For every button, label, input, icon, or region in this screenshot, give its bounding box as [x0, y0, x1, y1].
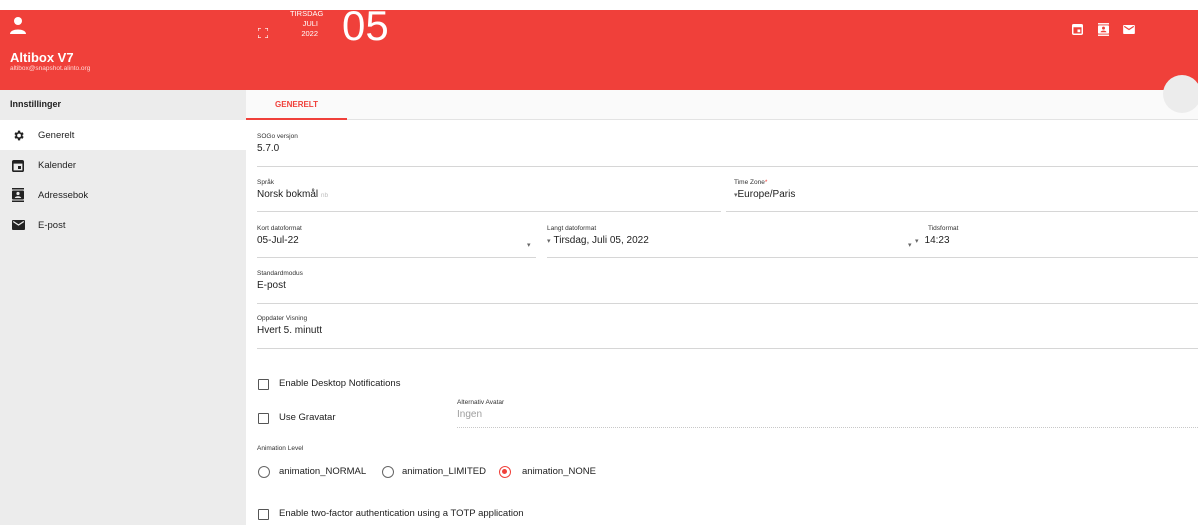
mail-icon	[11, 218, 25, 232]
required-mark: *	[764, 179, 768, 186]
field-label: Time Zone*	[734, 179, 795, 186]
version-field: SOGo versjon 5.7.0	[257, 133, 298, 154]
calendar-icon[interactable]	[1064, 22, 1090, 36]
sidebar-nav: Generelt Kalender Adressebok E-post	[0, 120, 246, 240]
tab-generelt[interactable]: GENERELT	[246, 90, 347, 120]
timezone-label: Time Zone	[734, 179, 765, 186]
field-label: Kort datoformat	[257, 225, 302, 232]
mail-icon[interactable]	[1116, 22, 1142, 36]
language-value: Norsk bokmål	[257, 189, 319, 200]
radio-animation-normal[interactable]	[258, 466, 270, 478]
animation-level-label: Animation Level	[257, 445, 304, 452]
dropdown-arrow-icon[interactable]: ▾	[527, 241, 531, 249]
sidebar-item-label: Kalender	[38, 159, 77, 171]
month: JULI	[302, 19, 318, 28]
sidebar-item-kalender[interactable]: Kalender	[0, 150, 246, 180]
account-name: Altibox V7	[10, 50, 74, 65]
field-label: Tidsformat	[928, 225, 959, 232]
long-date-format-select[interactable]: Langt datoformat ▾ Tirsdag, Juli 05, 2022	[547, 225, 649, 246]
dropdown-arrow-icon[interactable]: ▾	[908, 241, 912, 249]
weekday: TIRSDAG	[290, 9, 324, 18]
field-label: Langt datoformat	[547, 225, 597, 232]
app-switcher	[1064, 22, 1142, 36]
contacts-icon	[11, 188, 25, 202]
field-value: Norsk bokmål nb	[257, 189, 328, 200]
sidebar-item-label: E-post	[38, 219, 66, 231]
short-date-format-select[interactable]: Kort datoformat 05-Jul-22	[257, 225, 302, 246]
divider	[915, 257, 1198, 258]
gravatar-checkbox[interactable]	[258, 413, 269, 424]
timezone-field[interactable]: Time Zone* ▾Europe/Paris	[734, 179, 795, 200]
radio-label: animation_LIMITED	[402, 466, 486, 477]
divider	[257, 348, 1198, 349]
radio-animation-none[interactable]	[499, 466, 511, 478]
language-field[interactable]: Språk Norsk bokmål nb	[257, 179, 328, 200]
field-value: Ingen	[457, 409, 483, 420]
divider	[726, 211, 1198, 212]
year: 2022	[301, 29, 318, 38]
divider	[547, 257, 917, 258]
checkbox-label: Use Gravatar	[279, 412, 336, 423]
field-label: Oppdater Visning	[257, 315, 308, 322]
tab-bar: GENERELT	[246, 90, 1198, 120]
default-module-select[interactable]: Standardmodus E-post	[257, 270, 303, 291]
contacts-icon[interactable]	[1090, 22, 1116, 36]
fullscreen-icon[interactable]	[257, 25, 269, 39]
two-factor-checkbox[interactable]	[258, 509, 269, 520]
checkbox-label: Enable two-factor authentication using a…	[279, 508, 524, 519]
language-code-hint: nb	[320, 192, 329, 199]
dropdown-arrow-icon: ▾	[547, 238, 551, 245]
save-button[interactable]	[1163, 75, 1198, 113]
sidebar-item-label: Generelt	[38, 129, 75, 141]
field-value: Hvert 5. minutt	[257, 325, 323, 336]
field-value: ▾ 14:23	[915, 235, 958, 246]
account-email: altibox@snapshot.alinto.org	[10, 65, 91, 72]
field-value: ▾Europe/Paris	[734, 189, 795, 200]
user-icon[interactable]	[10, 16, 26, 36]
app-window: Altibox V7 altibox@snapshot.alinto.org I…	[0, 4, 1198, 525]
sidebar-item-e-post[interactable]: E-post	[0, 210, 246, 240]
top-bar: TIRSDAG JULI 2022 05	[246, 4, 1198, 90]
field-value: 5.7.0	[257, 143, 280, 154]
timezone-value: Europe/Paris	[737, 189, 796, 200]
divider	[257, 166, 1198, 167]
gear-icon	[11, 128, 25, 142]
checkbox-label: Enable Desktop Notifications	[279, 378, 401, 389]
refresh-view-select[interactable]: Oppdater Visning Hvert 5. minutt	[257, 315, 322, 336]
long-date-value: Tirsdag, Juli 05, 2022	[553, 235, 649, 246]
field-value: ▾ Tirsdag, Juli 05, 2022	[547, 235, 649, 246]
page: Altibox V7 altibox@snapshot.alinto.org I…	[0, 0, 1198, 525]
alternative-avatar-select[interactable]: Alternativ Avatar Ingen	[457, 399, 504, 420]
radio-animation-limited[interactable]	[382, 466, 394, 478]
day-number: 05	[342, 2, 389, 49]
time-format-value: 14:23	[924, 235, 950, 246]
divider	[457, 427, 1198, 428]
field-label: Alternativ Avatar	[457, 399, 505, 406]
field-label: Språk	[257, 179, 274, 186]
divider	[257, 211, 721, 212]
sidebar: Altibox V7 altibox@snapshot.alinto.org I…	[0, 10, 246, 525]
account-header: Altibox V7 altibox@snapshot.alinto.org	[0, 10, 246, 90]
divider	[257, 257, 536, 258]
date-details: TIRSDAG JULI 2022	[290, 9, 324, 39]
settings-panel: GENERELT SOGo versjon 5.7.0 Språk Norsk …	[246, 90, 1198, 525]
sidebar-item-adressebok[interactable]: Adressebok	[0, 180, 246, 210]
sidebar-item-label: Adressebok	[38, 189, 89, 201]
field-value: E-post	[257, 280, 286, 291]
field-label: SOGo versjon	[257, 133, 298, 140]
divider	[257, 303, 1198, 304]
radio-label: animation_NONE	[522, 466, 596, 477]
sidebar-item-generelt[interactable]: Generelt	[0, 120, 246, 150]
radio-label: animation_NORMAL	[279, 466, 367, 477]
desktop-notifications-checkbox[interactable]	[258, 379, 269, 390]
calendar-icon	[11, 158, 25, 172]
time-format-select[interactable]: Tidsformat ▾ 14:23	[915, 225, 958, 246]
sidebar-section-title: Innstillinger	[10, 99, 62, 109]
field-label: Standardmodus	[257, 270, 303, 277]
dropdown-arrow-icon: ▾	[915, 238, 919, 245]
field-value: 05-Jul-22	[257, 235, 299, 246]
